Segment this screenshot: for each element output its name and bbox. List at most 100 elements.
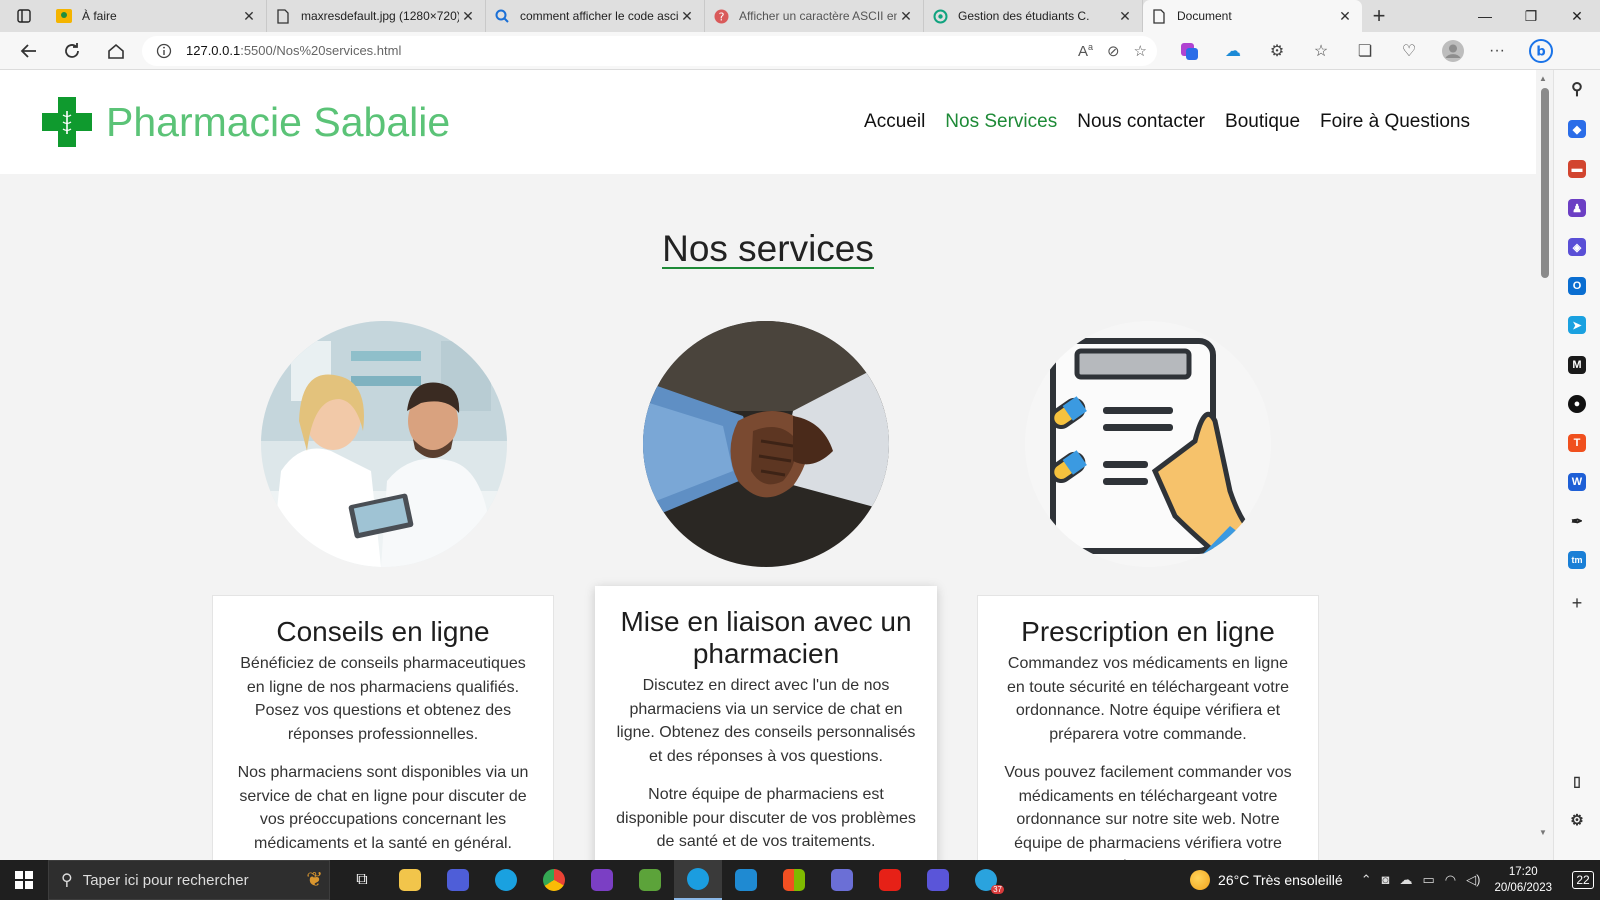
- close-tab-icon[interactable]: ✕: [1116, 8, 1134, 25]
- scrollbar-thumb[interactable]: [1541, 88, 1549, 278]
- store-icon[interactable]: [770, 860, 818, 900]
- notifications-button[interactable]: 22: [1566, 871, 1600, 889]
- telegram-icon[interactable]: 37: [962, 860, 1010, 900]
- more-options-icon[interactable]: ···: [1475, 39, 1519, 63]
- url-host: 127.0.0.1: [186, 43, 241, 58]
- browser-tab-title: Gestion des étudiants C.: [958, 9, 1090, 23]
- minimize-icon[interactable]: —: [1462, 0, 1508, 32]
- new-tab-button[interactable]: +: [1362, 0, 1396, 32]
- collections-icon[interactable]: ❏: [1343, 39, 1387, 63]
- volume-icon[interactable]: ◁): [1466, 872, 1480, 888]
- extensions-puzzle-icon[interactable]: ⚙: [1255, 39, 1299, 63]
- browser-tab[interactable]: À faire ✕: [48, 0, 267, 32]
- app-green-icon[interactable]: [626, 860, 674, 900]
- bing-copilot-icon[interactable]: b: [1519, 38, 1563, 63]
- restore-icon[interactable]: ❐: [1508, 0, 1554, 32]
- scroll-down-icon[interactable]: ▼: [1539, 828, 1547, 837]
- close-tab-icon[interactable]: ✕: [678, 8, 696, 25]
- svg-text:b: b: [1536, 44, 1545, 59]
- browser-tab[interactable]: Gestion des étudiants C. ✕: [924, 0, 1143, 32]
- chatgpt-icon: [932, 8, 948, 24]
- address-bar[interactable]: 127.0.0.1:5500/Nos%20services.html Aa ⊘ …: [142, 35, 1157, 66]
- sidebar-office-icon[interactable]: ◈: [1568, 238, 1586, 256]
- favorites-icon[interactable]: ☆: [1299, 39, 1343, 63]
- browser-tab-active[interactable]: Document ✕: [1143, 0, 1362, 32]
- start-button[interactable]: [0, 860, 48, 900]
- sidebar-t-icon[interactable]: T: [1568, 434, 1586, 452]
- reload-button[interactable]: [50, 33, 94, 69]
- favorite-star-icon[interactable]: ☆: [1134, 42, 1147, 60]
- sidebar-github-icon[interactable]: ●: [1568, 395, 1586, 413]
- chrome-icon[interactable]: [530, 860, 578, 900]
- edge-sidebar: ⚲ ◆ ▬ ♟ ◈ O ➤ M ● T W ✒ tm + ▯ ⚙: [1553, 70, 1600, 860]
- close-tab-icon[interactable]: ✕: [459, 8, 477, 25]
- sidebar-games-icon[interactable]: ♟: [1568, 199, 1586, 217]
- read-aloud-icon[interactable]: Aa: [1078, 42, 1093, 60]
- page-title: Nos services: [662, 228, 874, 269]
- home-icon: [108, 43, 124, 59]
- nav-link-nous-contacter[interactable]: Nous contacter: [1077, 111, 1205, 133]
- vscode-icon[interactable]: [722, 860, 770, 900]
- copilot-icon[interactable]: [914, 860, 962, 900]
- nav-link-faq[interactable]: Foire à Questions: [1320, 111, 1470, 133]
- sidebar-outlook-icon[interactable]: O: [1568, 277, 1586, 295]
- scroll-up-icon[interactable]: ▲: [1539, 74, 1547, 83]
- youtube-icon[interactable]: [866, 860, 914, 900]
- sidebar-w-icon[interactable]: W: [1568, 473, 1586, 491]
- home-button[interactable]: [94, 33, 138, 69]
- close-tab-icon[interactable]: ✕: [1336, 8, 1354, 25]
- extension-app-icon[interactable]: [1167, 39, 1211, 63]
- close-tab-icon[interactable]: ✕: [897, 8, 915, 25]
- battery-icon[interactable]: ▭: [1422, 872, 1434, 888]
- main-nav: Accueil Nos Services Nous contacter Bout…: [864, 111, 1470, 133]
- sidebar-send-icon[interactable]: ➤: [1568, 316, 1586, 334]
- profile-avatar-icon[interactable]: [1431, 39, 1475, 63]
- sidebar-shopping-icon[interactable]: ◆: [1568, 120, 1586, 138]
- copilot-app-icon[interactable]: [434, 860, 482, 900]
- pharmacy-cross-logo[interactable]: [42, 97, 92, 147]
- nav-link-accueil[interactable]: Accueil: [864, 111, 925, 133]
- site-info-icon[interactable]: [156, 43, 172, 59]
- back-button[interactable]: [6, 33, 50, 69]
- camera-icon[interactable]: ◙: [1382, 872, 1390, 888]
- browser-toolbar: 127.0.0.1:5500/Nos%20services.html Aa ⊘ …: [0, 32, 1600, 70]
- sidebar-settings-icon[interactable]: ⚙: [1568, 811, 1586, 829]
- sidebar-pen-icon[interactable]: ✒: [1568, 512, 1586, 530]
- nav-link-nos-services[interactable]: Nos Services: [945, 111, 1057, 133]
- cloud-extension-icon[interactable]: ☁: [1211, 39, 1255, 63]
- terminal-icon[interactable]: [818, 860, 866, 900]
- brand-name[interactable]: Pharmacie Sabalie: [106, 99, 450, 146]
- edge-active-icon[interactable]: [674, 860, 722, 900]
- clock[interactable]: 17:20 20/06/2023: [1494, 864, 1552, 896]
- sidebar-search-icon[interactable]: ⚲: [1568, 80, 1586, 98]
- performance-icon[interactable]: ♡: [1387, 39, 1431, 63]
- task-view-icon[interactable]: ⧉: [338, 860, 386, 900]
- browser-tab[interactable]: maxresdefault.jpg (1280×720) ✕: [267, 0, 486, 32]
- onedrive-icon[interactable]: ☁: [1399, 872, 1412, 888]
- visual-studio-icon[interactable]: [578, 860, 626, 900]
- weather-widget[interactable]: 26°C Très ensoleillé: [1190, 870, 1343, 890]
- tracking-prevention-icon[interactable]: ⊘: [1107, 42, 1120, 60]
- close-window-icon[interactable]: ✕: [1554, 0, 1600, 32]
- site-header: Pharmacie Sabalie Accueil Nos Services N…: [0, 70, 1536, 174]
- sidebar-split-icon[interactable]: ▯: [1568, 772, 1586, 790]
- sidebar-add-icon[interactable]: +: [1568, 593, 1586, 613]
- chevron-up-icon[interactable]: ⌃: [1361, 872, 1372, 888]
- weather-text: 26°C Très ensoleillé: [1218, 872, 1343, 888]
- edge-app-icon[interactable]: [482, 860, 530, 900]
- sidebar-m-icon[interactable]: M: [1568, 356, 1586, 374]
- close-tab-icon[interactable]: ✕: [240, 8, 258, 25]
- sidebar-tm-icon[interactable]: tm: [1568, 551, 1586, 569]
- page-scrollbar[interactable]: ▲ ▼: [1536, 70, 1553, 860]
- nav-link-boutique[interactable]: Boutique: [1225, 111, 1300, 133]
- taskbar-search[interactable]: ⚲ Taper ici pour rechercher ❦: [48, 860, 330, 900]
- taskbar-search-placeholder: Taper ici pour rechercher: [82, 871, 249, 889]
- browser-tab[interactable]: comment afficher le code ascii ✕: [486, 0, 705, 32]
- wifi-icon[interactable]: ◠: [1445, 872, 1456, 888]
- file-explorer-icon[interactable]: [386, 860, 434, 900]
- butterfly-icon: ❦: [306, 869, 323, 891]
- tab-actions-button[interactable]: [0, 0, 48, 32]
- browser-tab[interactable]: ? Afficher un caractère ASCII en ✕: [705, 0, 924, 32]
- sidebar-tools-icon[interactable]: ▬: [1568, 160, 1586, 178]
- service-description: Notre équipe de pharmaciens est disponib…: [616, 786, 916, 850]
